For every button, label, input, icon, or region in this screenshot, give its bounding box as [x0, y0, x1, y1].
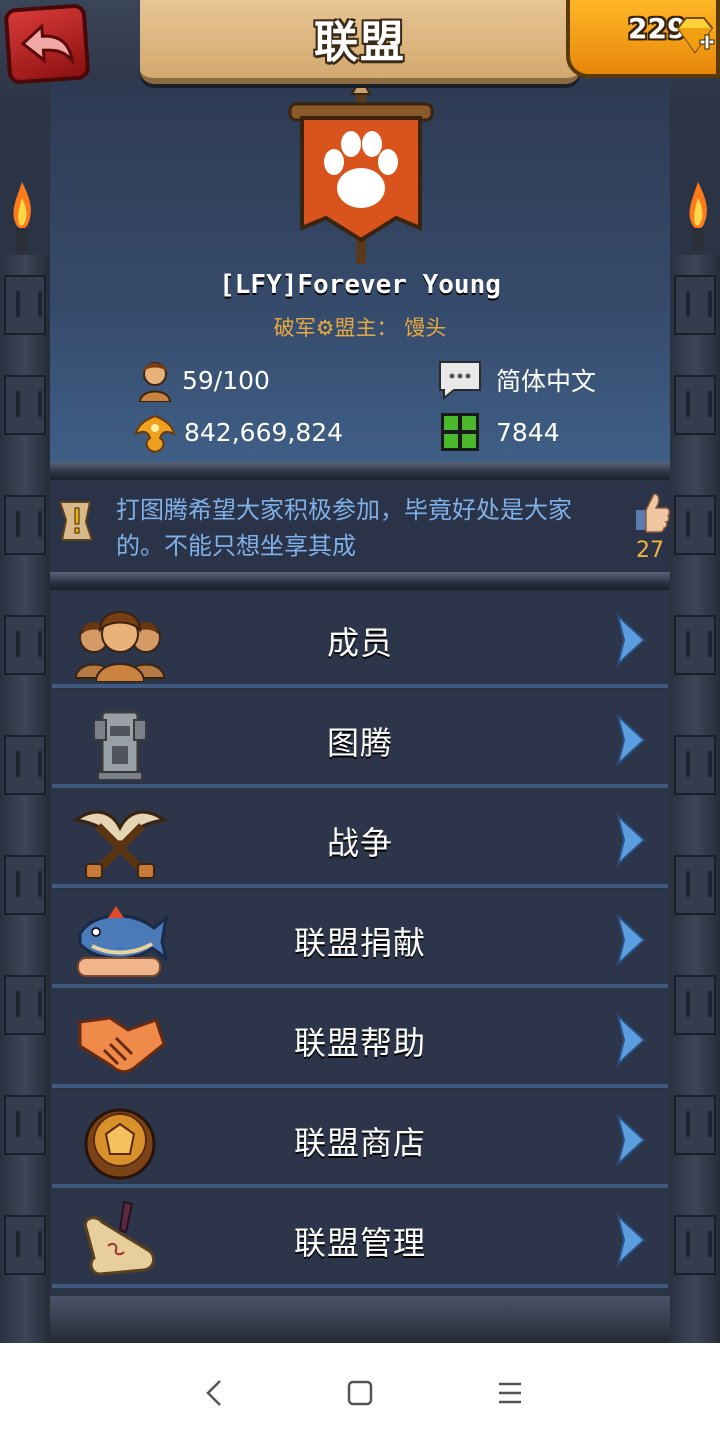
game-screen: [LFY]Forever Young 破军⚙盟主： 馒头 59/100 简体中文…	[0, 0, 720, 1343]
members-stat: 59/100	[136, 358, 270, 402]
chevron-right-icon	[616, 1214, 646, 1266]
phoenix-power-icon	[134, 414, 176, 454]
gem-plus-icon	[676, 17, 715, 54]
pillar-segment	[674, 1095, 716, 1155]
pillar-segment	[4, 615, 46, 675]
like-count: 27	[636, 538, 664, 563]
pillar-segment	[674, 375, 716, 435]
menu-label: 战争	[326, 824, 393, 862]
pillar-segment	[4, 975, 46, 1035]
menu-label: 图腾	[326, 724, 393, 762]
power-stat: 842,669,824	[134, 410, 343, 454]
alliance-notice[interactable]: 打图腾希望大家积极参加，毕竟好处是大家的。不能只想坐享其成 27	[50, 482, 672, 572]
pillar-segment	[4, 1215, 46, 1275]
pillar-segment	[4, 855, 46, 915]
pillar-segment	[674, 1215, 716, 1275]
chevron-right-icon	[616, 714, 646, 766]
pillar-segment	[674, 615, 716, 675]
thumbs-up-icon[interactable]	[632, 490, 672, 534]
language-value: 简体中文	[496, 367, 597, 396]
menu-item-shop[interactable]: 联盟商店	[52, 1092, 668, 1188]
torch-flame-icon	[13, 182, 31, 252]
menu-item-war[interactable]: 战争	[52, 792, 668, 888]
alliance-leader: 破军⚙盟主： 馒头	[273, 316, 447, 340]
members-count: 59/100	[182, 365, 270, 395]
menu-label: 联盟商店	[293, 1124, 426, 1162]
pillar-segment	[674, 735, 716, 795]
pillar-segment	[4, 375, 46, 435]
title-banner: 联盟	[140, 0, 580, 84]
pillar-segment	[674, 855, 716, 915]
chevron-right-icon	[616, 614, 646, 666]
territory-stat: 7844	[440, 410, 560, 454]
system-navigation-bar	[0, 1343, 720, 1440]
stone-divider	[50, 572, 670, 590]
chevron-left-icon	[206, 1380, 221, 1406]
menu-label: 联盟管理	[293, 1224, 426, 1262]
territory-grid-icon	[441, 413, 479, 451]
nav-home-button[interactable]	[340, 1373, 380, 1413]
pillar-segment	[674, 975, 716, 1035]
left-stone-pillar	[0, 255, 50, 1343]
hamburger-icon	[499, 1382, 521, 1404]
menu-label: 联盟捐献	[293, 924, 426, 962]
chat-bubble-icon	[439, 361, 481, 400]
pillar-segment	[674, 495, 716, 555]
territory-value: 7844	[496, 417, 560, 447]
stone-divider	[50, 462, 670, 480]
gem-purchase-button[interactable]: 229	[566, 0, 720, 78]
bottom-stone-frame	[50, 1296, 670, 1343]
menu-item-totem[interactable]: 图腾	[52, 692, 668, 788]
nav-back-button[interactable]	[194, 1373, 234, 1413]
chevron-right-icon	[616, 1014, 646, 1066]
notice-text: 打图腾希望大家积极参加，毕竟好处是大家的。不能只想坐享其成	[116, 496, 572, 560]
menu-label: 成员	[326, 624, 393, 662]
back-arrow-icon	[20, 23, 75, 66]
language-stat: 简体中文	[438, 358, 596, 402]
chevron-right-icon	[616, 1114, 646, 1166]
notice-scroll-icon	[58, 501, 94, 541]
pillar-segment	[4, 735, 46, 795]
pillar-segment	[4, 495, 46, 555]
member-avatar-icon	[138, 362, 172, 402]
page-title: 联盟	[314, 17, 406, 68]
alliance-name: [LFY]Forever Young	[219, 270, 501, 300]
menu-item-management[interactable]: 联盟管理	[52, 1192, 668, 1288]
menu-label: 联盟帮助	[293, 1024, 426, 1062]
menu-item-members[interactable]: 成员	[52, 592, 668, 688]
power-value: 842,669,824	[184, 417, 344, 447]
menu-item-help[interactable]: 联盟帮助	[52, 992, 668, 1088]
back-button[interactable]	[3, 3, 91, 85]
nav-menu-button[interactable]	[490, 1373, 530, 1413]
square-icon	[347, 1380, 373, 1406]
right-stone-pillar	[670, 255, 720, 1343]
menu-item-donation[interactable]: 联盟捐献	[52, 892, 668, 988]
chevron-right-icon	[616, 814, 646, 866]
chevron-right-icon	[616, 914, 646, 966]
pillar-segment	[4, 1095, 46, 1155]
torch-flame-icon	[689, 182, 707, 252]
alliance-flag-emblem	[288, 78, 434, 264]
